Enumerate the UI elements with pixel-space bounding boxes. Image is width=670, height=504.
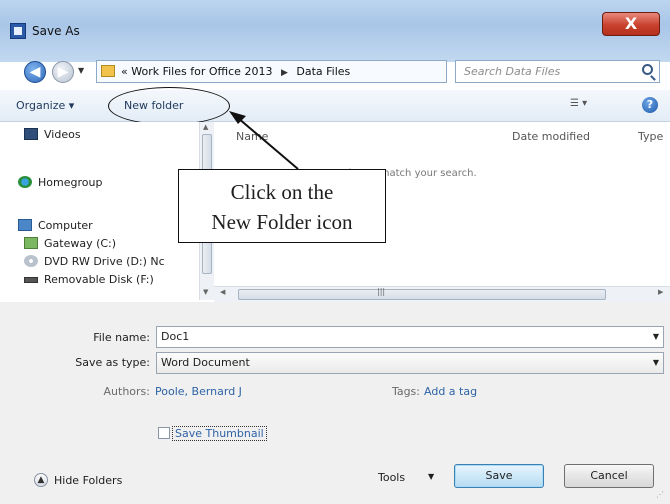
- file-name-field[interactable]: Doc1 ▼: [156, 326, 664, 348]
- tools-button[interactable]: Tools: [378, 471, 405, 484]
- save-as-type-label: Save as type:: [75, 356, 150, 369]
- callout-line-2: New Folder icon: [211, 210, 353, 234]
- tools-dropdown-icon[interactable]: ▼: [428, 472, 434, 481]
- chevron-down-icon[interactable]: ▼: [653, 327, 659, 347]
- authors-value[interactable]: Poole, Bernard J: [155, 385, 242, 398]
- tags-label: Tags:: [391, 385, 420, 398]
- save-thumbnail-checkbox[interactable]: [158, 427, 170, 439]
- chevron-down-icon[interactable]: ▼: [653, 353, 659, 373]
- hide-folders-icon[interactable]: ▲: [34, 473, 48, 487]
- instruction-callout: Click on the New Folder icon: [178, 169, 386, 243]
- hide-folders-button[interactable]: Hide Folders: [54, 474, 122, 487]
- resize-grip-icon[interactable]: ⋰: [656, 490, 664, 499]
- save-as-type-select[interactable]: Word Document ▼: [156, 352, 664, 374]
- file-name-label: File name:: [93, 331, 150, 344]
- save-as-type-value: Word Document: [161, 356, 250, 369]
- save-button[interactable]: Save: [454, 464, 544, 488]
- file-name-value: Doc1: [161, 330, 190, 343]
- cancel-button[interactable]: Cancel: [564, 464, 654, 488]
- authors-label: Authors:: [103, 385, 150, 398]
- save-thumbnail-label[interactable]: Save Thumbnail: [172, 426, 267, 441]
- callout-line-1: Click on the: [230, 180, 334, 204]
- add-tag-link[interactable]: Add a tag: [424, 385, 477, 398]
